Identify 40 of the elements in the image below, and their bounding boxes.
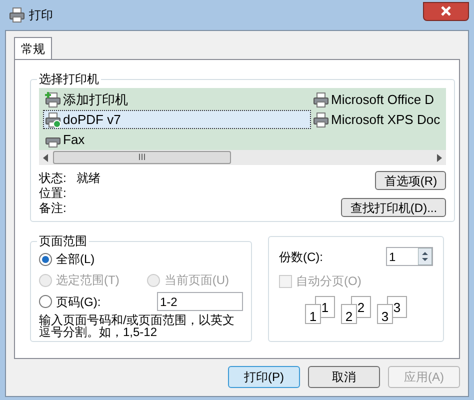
page-sheet: 3 — [377, 304, 393, 324]
info-value: 就绪 — [76, 171, 100, 186]
close-icon — [441, 6, 451, 16]
find-printer-button[interactable]: 查找打印机(D)... — [341, 198, 446, 217]
scroll-right-icon[interactable] — [436, 154, 442, 162]
printer-icon — [45, 92, 61, 108]
page-range-hint: 输入页面号码和/或页面范围，以英文逗号分割。如，1,5-12 — [39, 314, 236, 338]
close-button[interactable] — [423, 2, 469, 20]
tab[interactable]: 常规 — [14, 37, 52, 59]
printer-item[interactable]: Microsoft Office D — [311, 90, 442, 109]
window-title: 打印 — [29, 7, 53, 24]
radio-button[interactable] — [39, 252, 52, 266]
radio-option[interactable]: 全部(L) — [39, 250, 243, 268]
group-title: 选择打印机 — [38, 71, 100, 88]
printer-item[interactable]: doPDF v7 — [43, 110, 311, 129]
dialog-button[interactable]: 打印(P) — [228, 366, 300, 388]
printer-item[interactable]: 添加打印机 — [43, 90, 311, 109]
radio-option[interactable]: 页码(G): — [39, 292, 101, 310]
printer-item[interactable]: Microsoft XPS Doc — [311, 110, 442, 129]
printer-item[interactable]: Fax — [43, 130, 311, 149]
info-label: 状态: — [39, 171, 66, 186]
pages-input[interactable]: 1-2 — [157, 292, 243, 311]
horizontal-scrollbar[interactable]: III — [39, 150, 446, 165]
preferences-button[interactable]: 首选项(R) — [375, 171, 446, 190]
group-title: 页面范围 — [38, 233, 88, 250]
radio-button[interactable] — [39, 295, 52, 308]
copies-label: 份数(C): — [279, 248, 323, 266]
scroll-left-icon[interactable] — [43, 154, 49, 162]
printer-icon — [313, 92, 329, 108]
dialog-button[interactable]: 取消 — [308, 366, 380, 388]
printer-icon — [9, 7, 25, 23]
info-label: 备注: — [39, 201, 66, 216]
printer-icon — [313, 112, 329, 128]
page-sheet: 2 — [341, 304, 357, 324]
copies-spinner[interactable]: 1 — [386, 247, 433, 266]
spin-arrows-icon — [418, 248, 432, 265]
printer-icon — [45, 112, 61, 128]
scrollbar-thumb[interactable]: III — [53, 151, 231, 164]
page-sheet: 1 — [305, 304, 321, 324]
info-label: 位置: — [39, 186, 66, 201]
